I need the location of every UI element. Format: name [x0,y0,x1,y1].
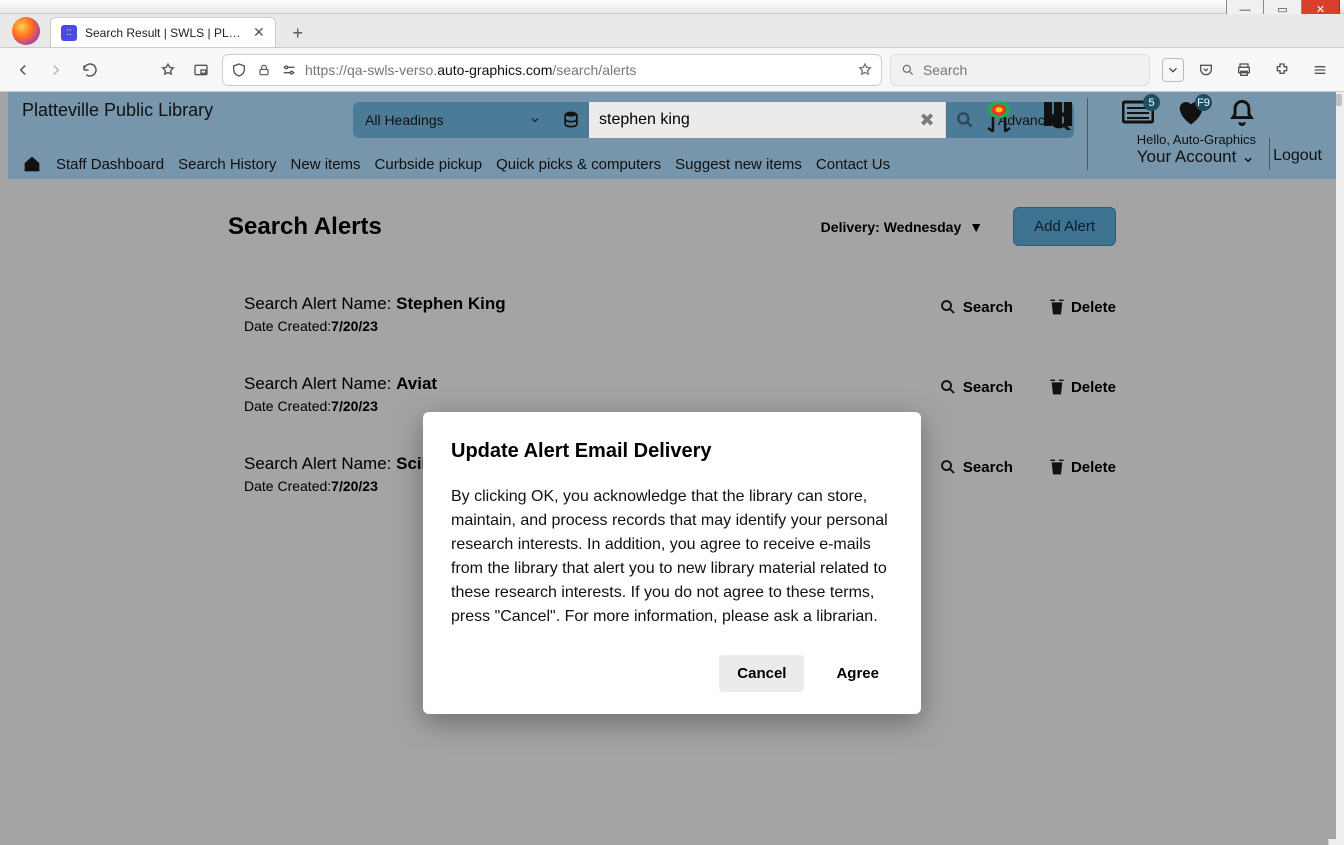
nav-forward-button[interactable] [44,56,70,84]
browser-toolbar: https://qa-swls-verso.auto-graphics.com/… [0,48,1344,92]
lock-icon[interactable] [257,63,271,77]
url-bar[interactable]: https://qa-swls-verso.auto-graphics.com/… [222,54,882,86]
browser-tabstrip: :: Search Result | SWLS | PLATT | A ✕ + [0,14,1344,48]
bookmark-star-icon[interactable] [155,56,181,84]
print-icon[interactable] [1230,56,1258,84]
cancel-button[interactable]: Cancel [719,655,804,692]
url-text: https://qa-swls-verso.auto-graphics.com/… [305,62,849,78]
update-alert-modal: Update Alert Email Delivery By clicking … [423,412,921,714]
window-titlebar: — ▭ ✕ [0,0,1344,14]
tab-title: Search Result | SWLS | PLATT | A [85,26,245,40]
search-engine-chevron[interactable] [1162,58,1184,82]
shield-icon[interactable] [231,62,247,78]
browser-tab[interactable]: :: Search Result | SWLS | PLATT | A ✕ [50,17,276,47]
firefox-logo-icon [12,17,40,45]
browser-search-input[interactable] [923,62,1139,78]
extensions-icon[interactable] [1268,56,1296,84]
nav-back-button[interactable] [10,56,36,84]
modal-overlay: Update Alert Email Delivery By clicking … [8,92,1336,839]
permissions-icon[interactable] [281,62,297,78]
modal-body: By clicking OK, you acknowledge that the… [451,485,893,629]
modal-title: Update Alert Email Delivery [451,440,893,463]
pocket-icon[interactable] [1192,56,1220,84]
tab-close-icon[interactable]: ✕ [253,24,265,41]
new-tab-button[interactable]: + [284,19,312,47]
url-star-icon[interactable] [857,62,873,78]
search-icon [901,63,915,77]
app-menu-icon[interactable] [1306,56,1334,84]
page-viewport: Platteville Public Library All Headings … [0,92,1344,845]
tab-favicon-icon: :: [61,25,77,41]
browser-search-box[interactable] [890,54,1150,86]
nav-reload-button[interactable] [77,56,103,84]
picture-in-picture-icon[interactable] [188,56,214,84]
agree-button[interactable]: Agree [822,655,893,692]
